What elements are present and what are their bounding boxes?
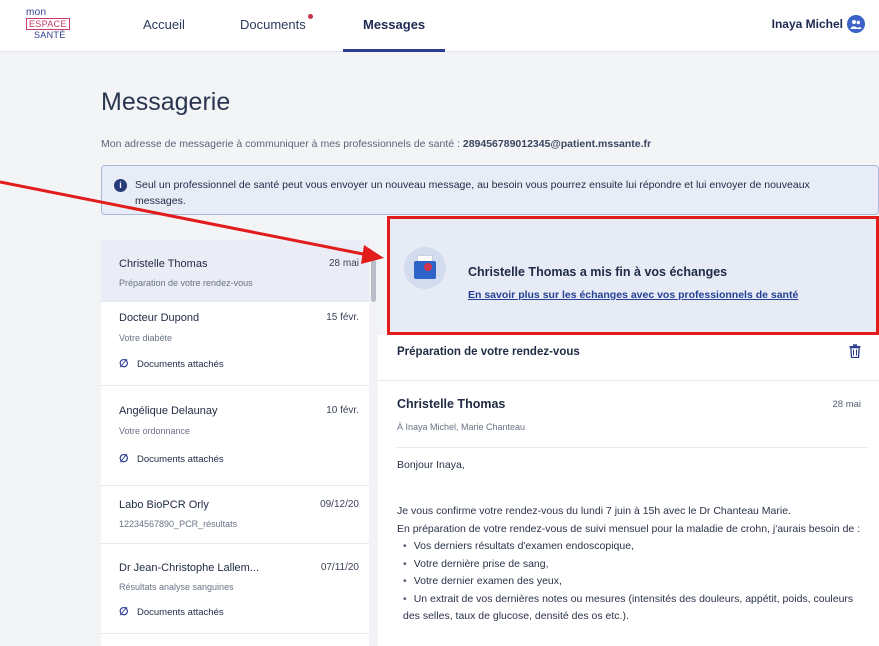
people-icon <box>850 20 862 29</box>
logo-line-1: mon <box>26 7 47 18</box>
trash-icon[interactable] <box>849 344 861 358</box>
message-date: 07/11/20 <box>320 562 359 573</box>
message-date: 28 mai <box>328 258 359 269</box>
top-navigation-bar: mon ESPACE SANTÉ Accueil Documents Messa… <box>0 0 879 52</box>
messaging-address: Mon adresse de messagerie à communiquer … <box>101 138 651 150</box>
paperclip-icon: ∅ <box>119 606 129 618</box>
address-value: 289456789012345@patient.mssante.fr <box>462 138 652 150</box>
message-item[interactable]: Dr Jean-Christophe Lallem... 07/11/20 Ré… <box>101 544 369 634</box>
message-item[interactable]: Docteur Dupond 15 févr. Votre diabète ∅ D… <box>101 302 369 386</box>
message-detail-sender: Christelle Thomas <box>397 397 506 411</box>
mon-espace-sante-logo[interactable]: mon ESPACE SANTÉ <box>26 8 74 42</box>
nav-messages[interactable]: Messages <box>363 17 425 32</box>
message-sender: Docteur Dupond <box>119 312 200 324</box>
info-icon: i <box>114 179 127 192</box>
attachments-indicator: ∅ Documents attachés <box>119 357 224 370</box>
banner-title: Christelle Thomas a mis fin à vos échang… <box>468 265 728 279</box>
list-item: Vos derniers résultats d'examen endoscop… <box>403 538 867 556</box>
list-item: Votre dernier examen des yeux, <box>403 573 867 591</box>
attachments-indicator: ∅ Documents attachés <box>119 605 224 618</box>
info-notice: i Seul un professionnel de santé peut vo… <box>101 165 879 215</box>
attachments-label: Documents attachés <box>137 454 224 465</box>
active-tab-underline <box>343 49 445 52</box>
list-item: Un extrait de vos dernières notes ou mes… <box>403 591 867 626</box>
logo-line-2: ESPACE <box>26 18 70 30</box>
subject-bar: Préparation de votre rendez-vous <box>378 335 879 381</box>
attachments-label: Documents attachés <box>137 359 224 370</box>
logo-line-3: SANTÉ <box>34 30 66 40</box>
message-body-line: Je vous confirme votre rendez-vous du lu… <box>397 505 791 517</box>
paperclip-icon: ∅ <box>119 453 129 465</box>
message-date: 15 févr. <box>326 312 359 323</box>
message-sender: Dr Jean-Christophe Lallem... <box>119 562 260 574</box>
message-body: Je vous confirme votre rendez-vous du lu… <box>397 503 867 626</box>
message-detail-subject: Préparation de votre rendez-vous <box>397 346 580 358</box>
message-detail: Préparation de votre rendez-vous Christe… <box>378 335 879 646</box>
documents-notification-dot <box>308 14 313 19</box>
message-sender: Christelle Thomas <box>119 258 208 270</box>
message-subject: Votre diabète <box>119 333 173 343</box>
message-subject: Résultats analyse sanguines <box>119 582 234 592</box>
message-sender: Angélique Delaunay <box>119 405 218 417</box>
divider <box>397 447 867 448</box>
list-item: Votre dernière prise de sang, <box>403 556 867 574</box>
learn-more-link[interactable]: En savoir plus sur les échanges avec vos… <box>468 289 798 301</box>
conversation-ended-banner: Christelle Thomas a mis fin à vos échang… <box>387 216 879 335</box>
message-item[interactable]: Christelle Thomas 28 mai Préparation de … <box>101 240 369 302</box>
page-title: Messagerie <box>101 88 231 116</box>
attachments-label: Documents attachés <box>137 607 224 618</box>
message-subject: Préparation de votre rendez-vous <box>119 278 253 288</box>
message-detail-date: 28 mai <box>832 399 861 410</box>
requirements-list: Vos derniers résultats d'examen endoscop… <box>397 538 867 626</box>
message-subject: Votre ordonnance <box>119 426 191 436</box>
message-recipients: À Inaya Michel, Marie Chanteau <box>397 422 526 432</box>
message-date: 09/12/20 <box>320 499 359 510</box>
info-text: Seul un professionnel de santé peut vous… <box>135 179 810 207</box>
message-sender: Labo BioPCR Orly <box>119 499 209 511</box>
attachments-indicator: ∅ Documents attachés <box>119 452 224 465</box>
address-label: Mon adresse de messagerie à communiquer … <box>101 138 463 150</box>
user-avatar-icon[interactable] <box>847 15 865 33</box>
nav-accueil[interactable]: Accueil <box>143 17 185 32</box>
blocked-badge-icon <box>424 263 432 271</box>
user-name[interactable]: Inaya Michel <box>772 17 843 31</box>
list-scrollbar-thumb[interactable] <box>371 260 376 302</box>
paperclip-icon: ∅ <box>119 358 129 370</box>
nav-documents[interactable]: Documents <box>240 17 306 32</box>
message-list: Christelle Thomas 28 mai Préparation de … <box>101 240 377 646</box>
message-date: 10 févr. <box>326 405 359 416</box>
message-greeting: Bonjour Inaya, <box>397 459 465 471</box>
message-item[interactable]: Labo BioPCR Orly 09/12/20 12234567890_PC… <box>101 486 369 544</box>
message-body-line: En préparation de votre rendez-vous de s… <box>397 522 861 535</box>
message-item[interactable]: Angélique Delaunay 10 févr. Votre ordonn… <box>101 386 369 486</box>
message-subject: 12234567890_PCR_résultats <box>119 519 238 529</box>
